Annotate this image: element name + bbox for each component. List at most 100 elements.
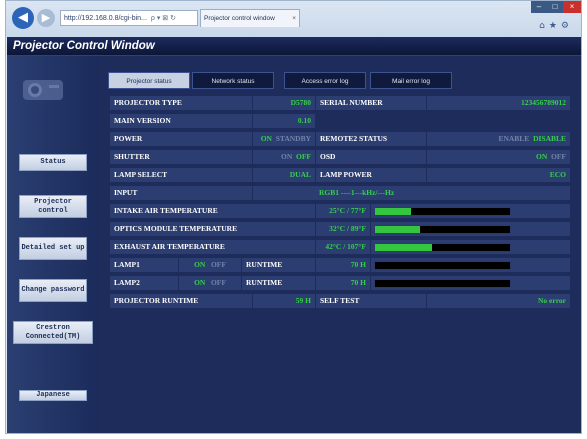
- back-button[interactable]: ◀: [12, 7, 34, 29]
- lamp1-label: LAMP1: [110, 258, 178, 272]
- remote2-disable: DISABLE: [533, 134, 566, 143]
- serial-number-value: 123456789012: [427, 96, 570, 110]
- main-version-label: MAIN VERSION: [110, 114, 252, 128]
- shutter-off: OFF: [296, 152, 311, 161]
- intake-temp-bar-fill: [375, 208, 412, 215]
- home-icon[interactable]: ⌂: [539, 21, 549, 31]
- main-version-value: 0.10: [253, 114, 315, 128]
- lamp-select-label: LAMP SELECT: [110, 168, 252, 182]
- sidebar-item-japanese[interactable]: Japanese: [19, 390, 87, 401]
- lamp1-on: ON: [194, 260, 206, 269]
- intake-air-temperature-value: 25°C / 77°F: [316, 204, 370, 218]
- close-tab-icon[interactable]: ×: [292, 10, 296, 27]
- projector-runtime-label: PROJECTOR RUNTIME: [110, 294, 252, 308]
- projector-runtime-value: 59 H: [253, 294, 315, 308]
- power-on: ON: [260, 134, 272, 143]
- lamp2-state: ON OFF: [179, 276, 241, 290]
- remote2-status-value: ENABLE DISABLE: [427, 132, 570, 146]
- self-test-value: No error: [427, 294, 570, 308]
- table-row: SHUTTER ON OFF OSD ON OFF: [110, 150, 570, 164]
- minimize-button[interactable]: –: [531, 1, 547, 13]
- intake-temp-bar: [374, 207, 511, 216]
- osd-on: ON: [536, 152, 548, 161]
- exhaust-temp-bar-fill: [375, 244, 432, 251]
- table-row: INTAKE AIR TEMPERATURE 25°C / 77°F: [110, 204, 570, 218]
- sidebar-item-projector-control[interactable]: Projector control: [19, 195, 87, 218]
- projector-control-app: Projector Control Window Status Projecto…: [7, 37, 581, 433]
- tab-network-status[interactable]: Network status: [192, 72, 274, 89]
- lamp2-label: LAMP2: [110, 276, 178, 290]
- address-bar[interactable]: http://192.168.0.8/cgi-bin... ρ ▾ ⊠ ↻: [60, 10, 198, 26]
- close-window-button[interactable]: ×: [563, 1, 581, 13]
- table-row: INPUT RGB1 ----1---kHz/---Hz: [110, 186, 570, 200]
- lamp2-off: OFF: [210, 278, 226, 287]
- lamp1-bar-cell: [371, 258, 570, 272]
- table-row: OPTICS MODULE TEMPERATURE 32°C / 89°F: [110, 222, 570, 236]
- lamp2-bar-cell: [371, 276, 570, 290]
- sidebar-item-crestron-connected[interactable]: Crestron Connected(TM): [13, 321, 93, 344]
- lamp2-on: ON: [194, 278, 206, 287]
- shutter-label: SHUTTER: [110, 150, 252, 164]
- table-row: LAMP1 ON OFF RUNTIME 70 H: [110, 258, 570, 272]
- address-tools[interactable]: ρ ▾ ⊠ ↻: [151, 15, 176, 22]
- power-label: POWER: [110, 132, 252, 146]
- tab-projector-status[interactable]: Projector status: [108, 72, 190, 89]
- optics-temp-bar: [374, 225, 511, 234]
- browser-tab[interactable]: Projector control window ×: [200, 9, 300, 27]
- lamp-power-value: ECO: [427, 168, 570, 182]
- optics-temp-bar-cell: [371, 222, 570, 236]
- sidebar-item-status[interactable]: Status: [19, 154, 87, 171]
- table-row: LAMP2 ON OFF RUNTIME 70 H: [110, 276, 570, 290]
- input-label: INPUT: [110, 186, 252, 200]
- projector-type-label: PROJECTOR TYPE: [110, 96, 252, 110]
- lamp1-runtime-value: 70 H: [316, 258, 370, 272]
- table-row: PROJECTOR TYPE D5780 SERIAL NUMBER 12345…: [110, 96, 570, 110]
- tab-access-error-log[interactable]: Access error log: [284, 72, 366, 89]
- osd-off: OFF: [551, 152, 566, 161]
- browser-tab-title: Projector control window: [204, 15, 275, 22]
- optics-module-temperature-value: 32°C / 89°F: [316, 222, 370, 236]
- power-value: ON STANDBY: [253, 132, 315, 146]
- lamp1-off: OFF: [210, 260, 226, 269]
- table-row: EXHAUST AIR TEMPERATURE 42°C / 107°F: [110, 240, 570, 254]
- arrow-right-icon: ▶: [41, 11, 51, 24]
- table-row: MAIN VERSION 0.10: [110, 114, 570, 128]
- table-row: LAMP SELECT DUAL LAMP POWER ECO: [110, 168, 570, 182]
- exhaust-air-temperature-label: EXHAUST AIR TEMPERATURE: [110, 240, 315, 254]
- projector-logo-icon: [23, 80, 63, 100]
- sidebar: Status Projector control Detailed set up…: [7, 56, 98, 433]
- remote2-enable: ENABLE: [498, 134, 530, 143]
- osd-label: OSD: [316, 150, 426, 164]
- forward-button[interactable]: ▶: [37, 9, 55, 27]
- lamp2-runtime-bar: [374, 279, 511, 288]
- sidebar-item-change-password[interactable]: Change password: [19, 279, 87, 302]
- star-icon[interactable]: ★: [549, 21, 561, 31]
- browser-tools-icons[interactable]: ⌂★⚙: [539, 21, 573, 31]
- browser-toolbar: ◀ ▶ http://192.168.0.8/cgi-bin... ρ ▾ ⊠ ↻…: [6, 1, 581, 37]
- input-value: RGB1 ----1---kHz/---Hz: [253, 186, 570, 200]
- tab-mail-error-log[interactable]: Mail error log: [370, 72, 452, 89]
- table-row: PROJECTOR RUNTIME 59 H SELF TEST No erro…: [110, 294, 570, 308]
- exhaust-temp-bar: [374, 243, 511, 252]
- sidebar-item-detailed-set-up[interactable]: Detailed set up: [19, 237, 87, 260]
- main-content: Projector status Network status Access e…: [98, 56, 581, 433]
- exhaust-air-temperature-value: 42°C / 107°F: [316, 240, 370, 254]
- shutter-on: ON: [281, 152, 293, 161]
- arrow-left-icon: ◀: [18, 10, 28, 25]
- maximize-button[interactable]: □: [547, 1, 563, 13]
- gear-icon[interactable]: ⚙: [561, 21, 573, 31]
- projector-type-value: D5780: [253, 96, 315, 110]
- serial-number-label: SERIAL NUMBER: [316, 96, 426, 110]
- shutter-value: ON OFF: [253, 150, 315, 164]
- intake-air-temperature-label: INTAKE AIR TEMPERATURE: [110, 204, 315, 218]
- lamp1-runtime-bar: [374, 261, 511, 270]
- browser-window: ◀ ▶ http://192.168.0.8/cgi-bin... ρ ▾ ⊠ ↻…: [5, 0, 582, 434]
- address-text: http://192.168.0.8/cgi-bin...: [64, 15, 147, 22]
- self-test-label: SELF TEST: [316, 294, 426, 308]
- osd-value: ON OFF: [427, 150, 570, 164]
- intake-temp-bar-cell: [371, 204, 570, 218]
- exhaust-temp-bar-cell: [371, 240, 570, 254]
- lamp-select-value: DUAL: [253, 168, 315, 182]
- table-row: POWER ON STANDBY REMOTE2 STATUS ENABLE D…: [110, 132, 570, 146]
- lamp1-state: ON OFF: [179, 258, 241, 272]
